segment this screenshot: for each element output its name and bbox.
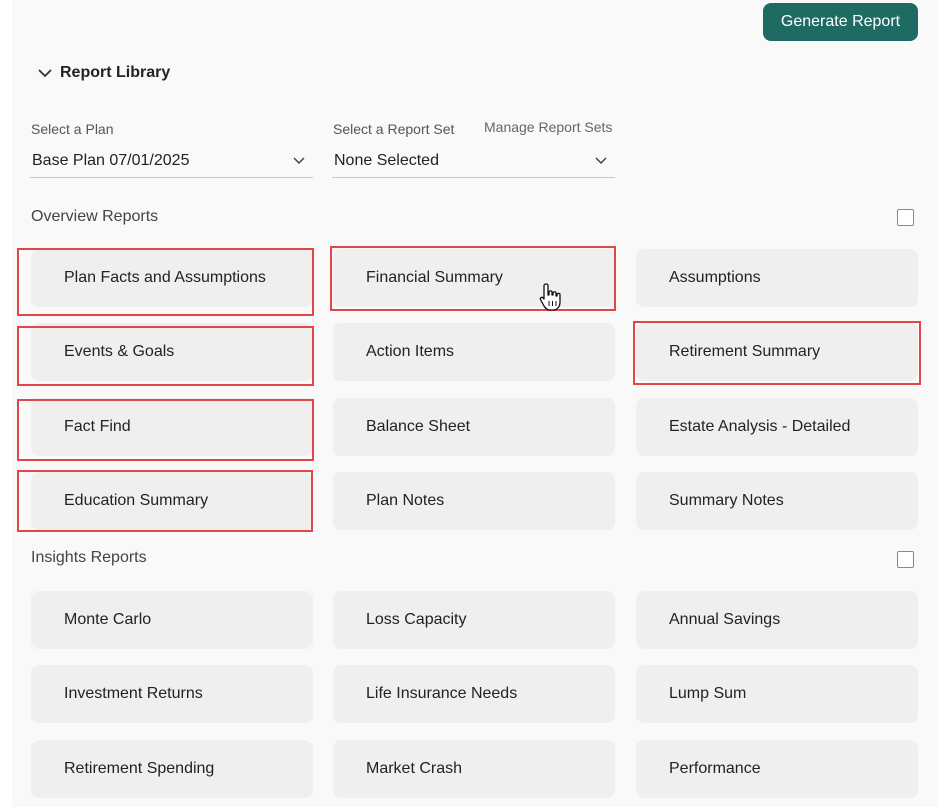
plan-select-value: Base Plan 07/01/2025 <box>32 151 190 169</box>
report-tile-education-summary[interactable]: Education Summary <box>31 472 313 530</box>
report-tile-annual-savings[interactable]: Annual Savings <box>636 591 918 649</box>
report-tile-action-items[interactable]: Action Items <box>333 323 615 381</box>
report-tile-assumptions[interactable]: Assumptions <box>636 249 918 307</box>
report-tile-plan-notes[interactable]: Plan Notes <box>333 472 615 530</box>
overview-select-all-checkbox[interactable] <box>897 209 914 226</box>
report-tile-loss-capacity[interactable]: Loss Capacity <box>333 591 615 649</box>
report-set-select-label: Select a Report Set <box>333 121 455 137</box>
report-tile-balance-sheet[interactable]: Balance Sheet <box>333 398 615 456</box>
manage-report-sets-link[interactable]: Manage Report Sets <box>484 119 612 135</box>
report-tile-summary-notes[interactable]: Summary Notes <box>636 472 918 530</box>
insights-reports-title: Insights Reports <box>31 549 147 566</box>
report-set-select[interactable]: None Selected <box>332 144 615 178</box>
report-tile-retirement-summary[interactable]: Retirement Summary <box>636 323 918 381</box>
report-library-toggle[interactable]: Report Library <box>36 64 170 82</box>
report-set-select-value: None Selected <box>334 151 439 169</box>
report-tile-performance[interactable]: Performance <box>636 740 918 798</box>
plan-select-label: Select a Plan <box>31 121 114 137</box>
chevron-down-icon <box>595 156 607 164</box>
overview-reports-title: Overview Reports <box>31 208 159 225</box>
report-tile-fact-find[interactable]: Fact Find <box>31 398 313 456</box>
report-tile-events-goals[interactable]: Events & Goals <box>31 323 313 381</box>
hand-pointer-icon <box>539 283 561 311</box>
report-tile-life-insurance-needs[interactable]: Life Insurance Needs <box>333 665 615 723</box>
report-tile-lump-sum[interactable]: Lump Sum <box>636 665 918 723</box>
report-tile-retirement-spending[interactable]: Retirement Spending <box>31 740 313 798</box>
report-tile-investment-returns[interactable]: Investment Returns <box>31 665 313 723</box>
chevron-down-icon <box>38 69 52 78</box>
report-tile-financial-summary[interactable]: Financial Summary <box>333 249 615 307</box>
generate-report-button[interactable]: Generate Report <box>763 3 918 41</box>
report-tile-plan-facts[interactable]: Plan Facts and Assumptions <box>31 249 313 307</box>
chevron-down-icon <box>293 156 305 164</box>
report-tile-market-crash[interactable]: Market Crash <box>333 740 615 798</box>
report-tile-monte-carlo[interactable]: Monte Carlo <box>31 591 313 649</box>
report-tile-estate-analysis[interactable]: Estate Analysis - Detailed <box>636 398 918 456</box>
report-library-title: Report Library <box>60 64 171 81</box>
plan-select[interactable]: Base Plan 07/01/2025 <box>30 144 313 178</box>
insights-select-all-checkbox[interactable] <box>897 551 914 568</box>
